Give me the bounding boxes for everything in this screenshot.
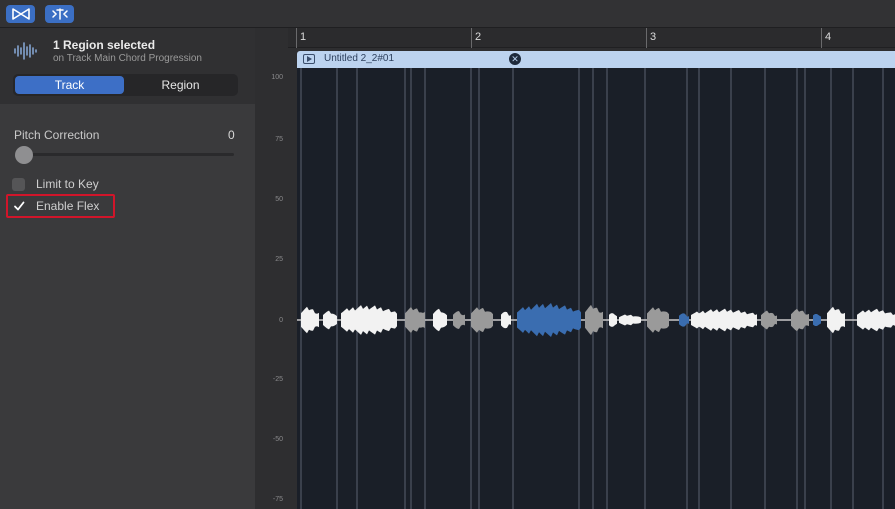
limit-to-key-label: Limit to Key: [36, 177, 99, 191]
bar-tick: [821, 28, 822, 48]
toolbar: [0, 0, 895, 28]
y-label: -50: [272, 436, 283, 443]
flex-tool-button[interactable]: [45, 5, 74, 23]
bar-number-1: 1: [300, 31, 307, 43]
waveform-segment: [857, 308, 895, 332]
track-region-segmented-control: Track Region: [13, 74, 238, 96]
waveform-segment: [471, 307, 493, 333]
bowtie-icon: [11, 8, 30, 20]
y-label: 50: [275, 196, 283, 203]
close-region-icon[interactable]: ✕: [509, 53, 521, 65]
waveform-segment: [791, 308, 809, 332]
waveform-segment: [761, 310, 777, 330]
bar-number-3: 3: [650, 31, 657, 43]
audio-editor: 1 2 3 4 Untitled 2_2#01 ✕ 100 75 50 25 0…: [255, 28, 895, 509]
y-label: 100: [271, 74, 283, 81]
y-label: 0: [279, 317, 283, 324]
limit-to-key-checkbox[interactable]: [12, 177, 25, 191]
bar-tick: [471, 28, 472, 48]
region-name: Untitled 2_2#01: [324, 53, 395, 64]
tab-track[interactable]: Track: [15, 76, 124, 94]
waveform-area[interactable]: [297, 68, 895, 509]
waveform-segment: [501, 311, 511, 329]
pitch-correction-slider-knob[interactable]: [15, 146, 33, 164]
waveform-segment: [323, 310, 337, 330]
waveform-segment: [813, 314, 821, 326]
inspector-header: 1 Region selected on Track Main Chord Pr…: [0, 28, 255, 104]
bar-tick: [646, 28, 647, 48]
play-region-icon[interactable]: [303, 54, 315, 64]
waveform-segment: [433, 308, 447, 332]
flex-tool-icon: [51, 8, 68, 20]
waveform-segment: [405, 307, 425, 333]
limit-to-key-row[interactable]: Limit to Key: [12, 176, 99, 192]
bar-number-2: 2: [475, 31, 482, 43]
waveform-segment: [647, 307, 669, 333]
selection-subtitle: on Track Main Chord Progression: [53, 53, 202, 64]
waveform[interactable]: [297, 68, 895, 509]
amplitude-axis: 100 75 50 25 0 -25 -50 -75: [255, 68, 293, 509]
waveform-segment: [585, 304, 603, 336]
y-label: 25: [275, 256, 283, 263]
waveform-segment: [517, 303, 581, 337]
waveform-segment: [619, 314, 641, 326]
waveform-segment: [609, 313, 617, 327]
pitch-correction-value: 0: [228, 128, 235, 142]
waveform-segment: [827, 306, 845, 334]
waveform-segment: [301, 306, 319, 334]
waveform-segment: [341, 305, 397, 335]
pitch-correction-slider[interactable]: [18, 153, 234, 156]
region-header[interactable]: Untitled 2_2#01 ✕: [297, 51, 895, 68]
waveform-segment: [453, 311, 465, 329]
bar-tick: [296, 28, 297, 48]
tab-region[interactable]: Region: [126, 76, 235, 94]
pitch-correction-label: Pitch Correction: [14, 128, 100, 142]
timeline-ruler[interactable]: 1 2 3 4: [288, 28, 895, 48]
inspector-panel: 1 Region selected on Track Main Chord Pr…: [0, 28, 255, 509]
bowtie-button[interactable]: [6, 5, 35, 23]
selection-title: 1 Region selected: [53, 38, 156, 52]
bar-number-4: 4: [825, 31, 832, 43]
y-label: -75: [272, 496, 283, 503]
waveform-segment: [691, 308, 757, 332]
audio-waveform-icon: [14, 42, 37, 60]
y-label: 75: [275, 136, 283, 143]
y-label: -25: [272, 376, 283, 383]
enable-flex-highlight-box: [6, 194, 115, 218]
